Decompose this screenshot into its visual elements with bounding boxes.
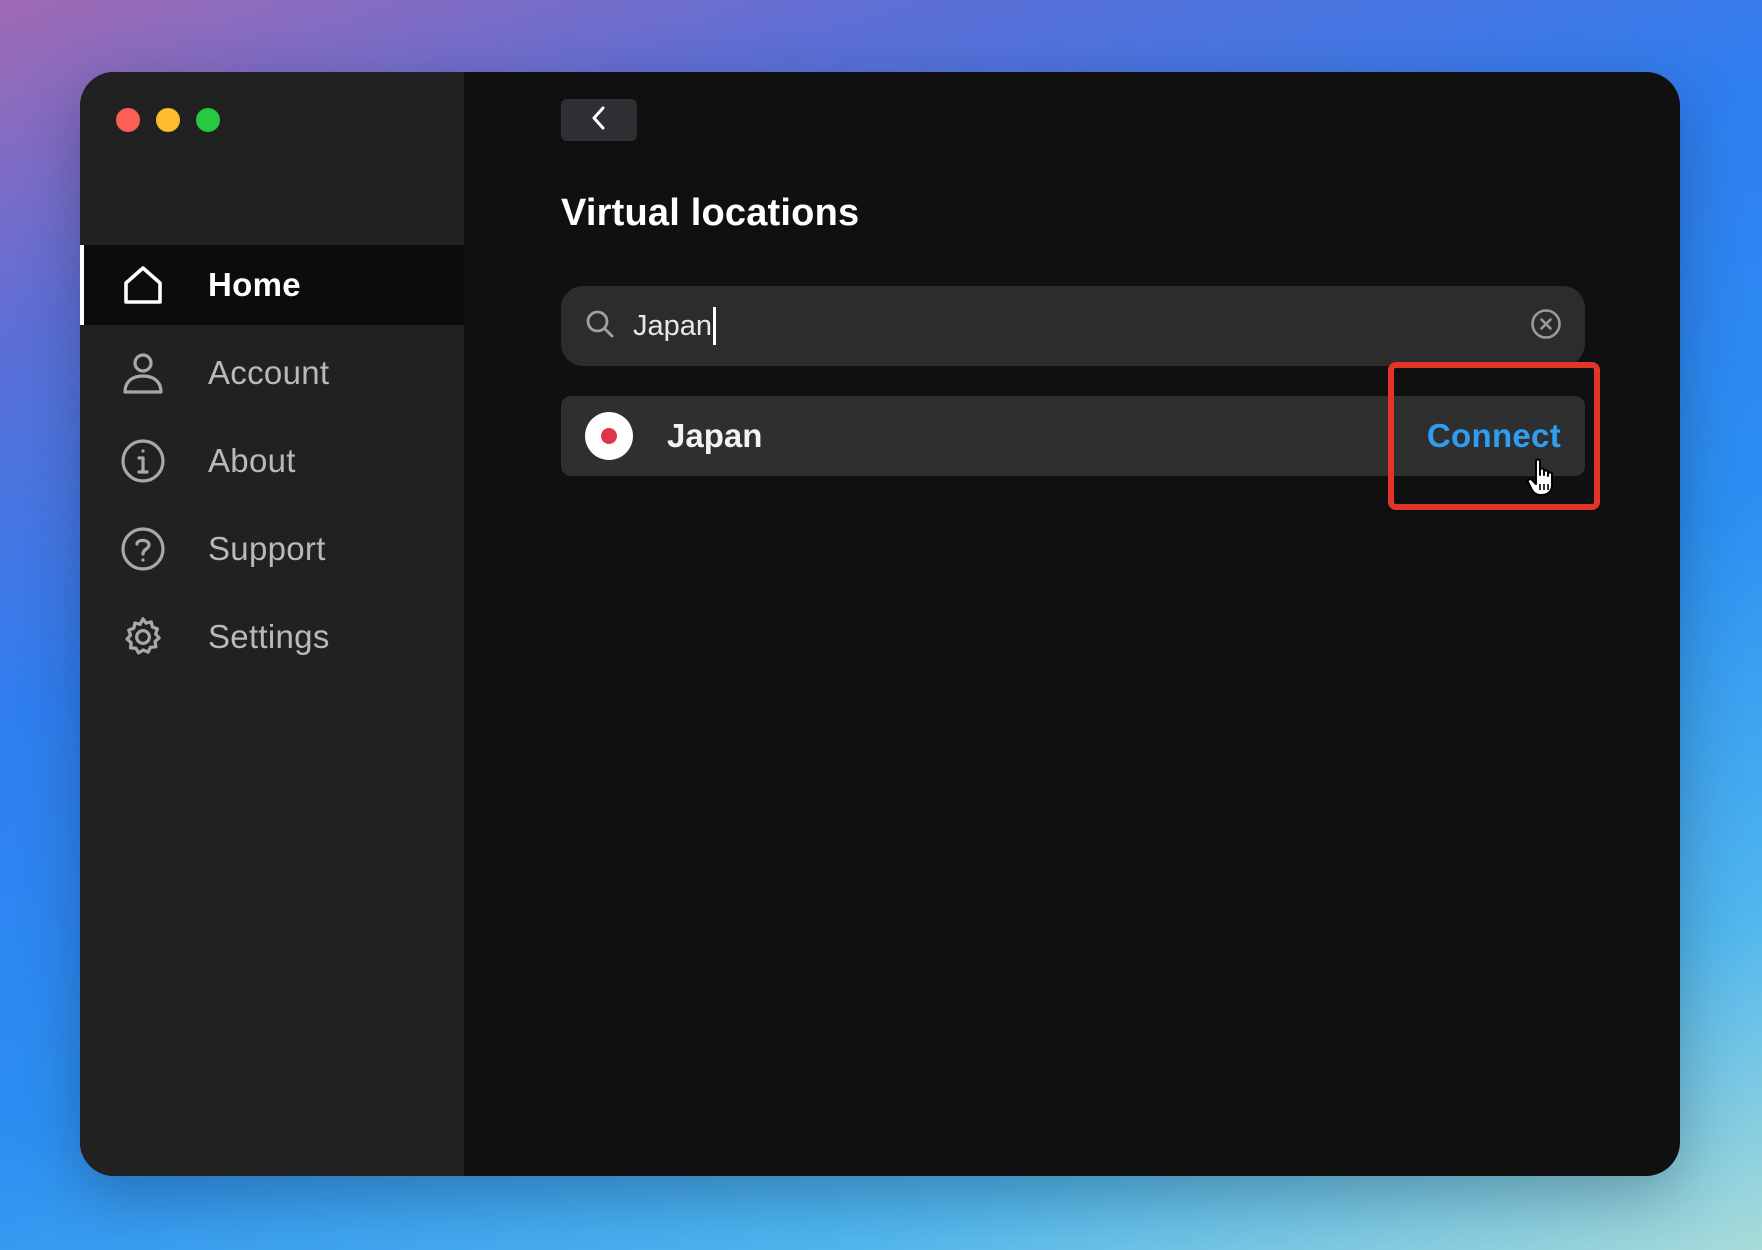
- sidebar-item-about[interactable]: About: [80, 421, 464, 501]
- sidebar-nav: Home Account About Support Settings: [80, 245, 464, 685]
- gear-icon: [120, 614, 166, 660]
- home-icon: [120, 262, 166, 308]
- minimize-window-button[interactable]: [156, 108, 180, 132]
- country-name: Japan: [667, 417, 763, 454]
- window-controls: [116, 108, 220, 132]
- sidebar-item-account[interactable]: Account: [80, 333, 464, 413]
- flag-sun: [601, 428, 617, 444]
- chevron-left-icon: [588, 104, 610, 137]
- search-icon: [585, 309, 615, 344]
- search-input[interactable]: Japan: [633, 301, 1529, 351]
- sidebar-item-label: Support: [208, 530, 326, 567]
- page-title: Virtual locations: [561, 192, 860, 234]
- connect-button[interactable]: Connect: [1427, 417, 1561, 455]
- search-box[interactable]: Japan: [561, 286, 1585, 366]
- sidebar-item-settings[interactable]: Settings: [80, 597, 464, 677]
- sidebar-item-label: Settings: [208, 618, 330, 655]
- close-window-button[interactable]: [116, 108, 140, 132]
- sidebar-item-label: Home: [208, 266, 301, 303]
- clear-icon: [1530, 308, 1562, 345]
- help-icon: [120, 526, 166, 572]
- sidebar-item-label: Account: [208, 354, 330, 391]
- search-input-value: Japan: [633, 309, 713, 342]
- japan-flag-icon: [585, 412, 633, 460]
- sidebar-item-support[interactable]: Support: [80, 509, 464, 589]
- text-caret: [713, 307, 717, 345]
- sidebar: Home Account About Support Settings: [80, 72, 464, 1176]
- user-icon: [120, 350, 166, 396]
- sidebar-item-label: About: [208, 442, 296, 479]
- main-content: Virtual locations Japan Japan Connect: [464, 72, 1680, 1176]
- list-item[interactable]: Japan Connect: [561, 396, 1585, 476]
- info-icon: [120, 438, 166, 484]
- maximize-window-button[interactable]: [196, 108, 220, 132]
- clear-search-button[interactable]: [1529, 308, 1563, 345]
- app-window: Home Account About Support Settings Virt…: [80, 72, 1680, 1176]
- sidebar-item-home[interactable]: Home: [80, 245, 464, 325]
- back-button[interactable]: [561, 99, 637, 141]
